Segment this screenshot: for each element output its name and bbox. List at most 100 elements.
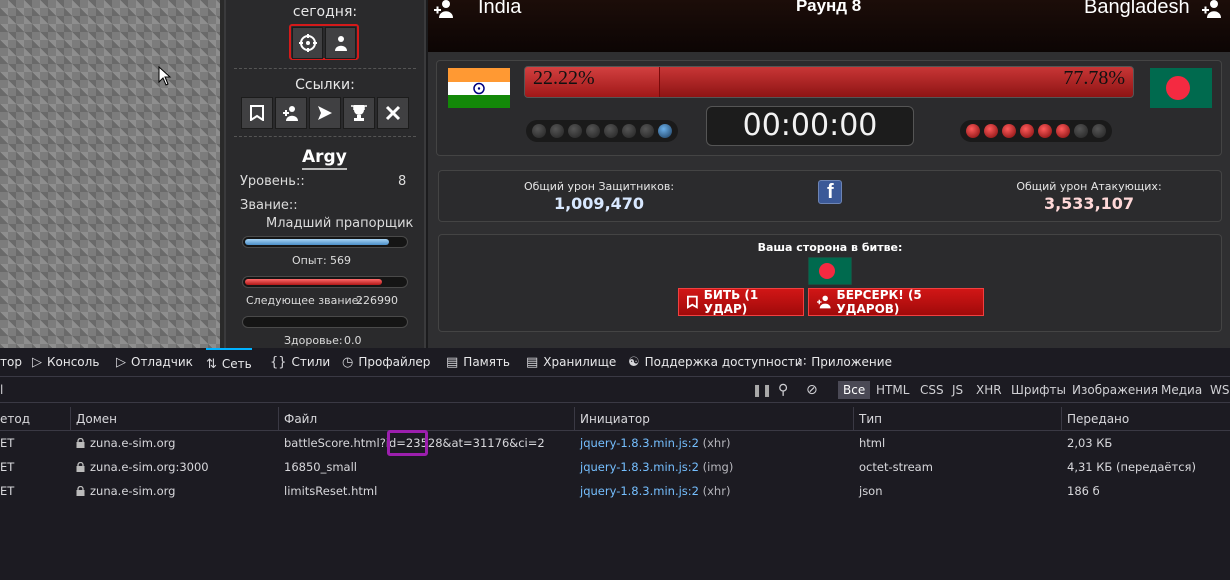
add-friend-icon[interactable] [275, 97, 307, 129]
facebook-icon[interactable]: f [818, 180, 842, 204]
filter-fonts[interactable]: Шрифты [1011, 377, 1066, 403]
round-dot [1056, 124, 1070, 138]
defender-round-dots [526, 120, 678, 142]
initiator-link[interactable]: jquery-1.8.3.min.js:2 [580, 484, 699, 498]
network-arrows-icon: ⇅ [206, 357, 217, 372]
tab-label: Стили [291, 355, 331, 369]
crosshair-icon[interactable] [292, 27, 323, 59]
attacker-name: Bangladesh [1084, 0, 1190, 18]
clear-icon[interactable]: ⊘ [806, 377, 818, 403]
filter-ws[interactable]: WS [1210, 377, 1229, 403]
airplane-icon[interactable] [309, 97, 341, 129]
round-dot [532, 124, 546, 138]
initiator-link[interactable]: jquery-1.8.3.min.js:2 [580, 436, 699, 450]
tab-profiler[interactable]: ◷ Профайлер [342, 348, 430, 377]
tools-icon[interactable] [377, 97, 409, 129]
request-type: octet-stream [859, 460, 933, 474]
filter-xhr[interactable]: XHR [976, 377, 1002, 403]
search-icon[interactable]: ⚲ [778, 377, 788, 403]
filter-media[interactable]: Медиа [1161, 377, 1202, 403]
gauge-icon: ◷ [342, 355, 354, 370]
soldier-icon[interactable] [325, 27, 356, 59]
hit-button[interactable]: БИТЬ (1 УДАР) [678, 288, 804, 316]
column-divider[interactable] [70, 407, 71, 431]
accessibility-icon: ☯ [628, 355, 640, 370]
round-dot [586, 124, 600, 138]
filter-html[interactable]: HTML [876, 377, 909, 403]
round-dot [966, 124, 980, 138]
column-divider[interactable] [278, 407, 279, 431]
column-divider[interactable] [1061, 407, 1062, 431]
tab-memory[interactable]: ▤ Память [446, 348, 510, 377]
request-initiator: jquery-1.8.3.min.js:2 (img) [580, 455, 733, 479]
filter-css[interactable]: CSS [920, 377, 944, 403]
tab-debugger[interactable]: ▷ Отладчик [116, 348, 193, 377]
round-dot [1002, 124, 1016, 138]
debugger-icon: ▷ [116, 355, 126, 370]
column-domain[interactable]: Домен [76, 407, 117, 431]
filter-all[interactable]: Все [838, 381, 871, 399]
initiator-type: (xhr) [702, 436, 731, 450]
request-domain: zuna.e-sim.org [76, 479, 175, 503]
request-domain: zuna.e-sim.org [76, 431, 175, 455]
level-label: Уровень:: [240, 174, 305, 189]
tab-inspector[interactable]: тор [0, 348, 22, 377]
user-name-link[interactable]: Argy [302, 146, 347, 170]
column-file[interactable]: Файл [284, 407, 317, 431]
request-initiator: jquery-1.8.3.min.js:2 (xhr) [580, 431, 730, 455]
column-type[interactable]: Тип [859, 407, 882, 431]
initiator-link[interactable]: jquery-1.8.3.min.js:2 [580, 460, 699, 474]
tab-label: Консоль [47, 355, 100, 369]
attacker-damage-label: Общий урон Атакующих: [1016, 180, 1162, 193]
column-transferred[interactable]: Передано [1067, 407, 1129, 431]
bookmark-icon[interactable] [241, 97, 273, 129]
game-area: сегодня: Ссылки: Argy Уровень:: 8 Звание… [0, 0, 1230, 348]
defender-damage-value: 1,009,470 [553, 194, 645, 213]
request-type: json [859, 484, 883, 498]
filter-images[interactable]: Изображения [1072, 377, 1158, 403]
round-dot [604, 124, 618, 138]
table-row[interactable]: ET zuna.e-sim.org:3000 16850_small jquery-1… [0, 455, 1230, 479]
round-dot [622, 124, 636, 138]
tab-label: Сеть [221, 357, 252, 371]
level-value: 8 [398, 174, 407, 189]
filter-url-input[interactable]: l [0, 377, 3, 403]
filter-js[interactable]: JS [952, 377, 963, 403]
berserk-button-label: БЕРСЕРК! (5 УДАРОВ) [836, 288, 922, 316]
bookmark-icon [687, 295, 698, 309]
health-bar [242, 316, 408, 328]
tab-application[interactable]: ∷ Приложение [798, 348, 892, 377]
request-method: ET [0, 460, 15, 474]
divider [234, 68, 416, 69]
attacker-damage-value: 3,533,107 [1043, 194, 1135, 213]
tab-label: Приложение [811, 355, 892, 369]
lock-icon [76, 432, 85, 448]
round-dot [1038, 124, 1052, 138]
domain-text: zuna.e-sim.org [90, 484, 176, 498]
trophy-icon[interactable] [343, 97, 375, 129]
today-label: сегодня: [292, 4, 358, 20]
braces-icon: {} [270, 355, 287, 370]
tab-storage[interactable]: ▤ Хранилище [526, 348, 616, 377]
devtools-panel: тор ▷ Консоль ▷ Отладчик ⇅ Сеть {} Стили ◷ Пр… [0, 348, 1230, 580]
tab-console[interactable]: ▷ Консоль [32, 348, 99, 377]
request-file: 16850_small [284, 460, 357, 474]
round-dot [640, 124, 654, 138]
request-domain: zuna.e-sim.org:3000 [76, 455, 209, 479]
column-divider[interactable] [574, 407, 575, 431]
tab-accessibility[interactable]: ☯ Поддержка доступности [628, 348, 803, 377]
column-divider[interactable] [853, 407, 854, 431]
tab-label: Память [463, 355, 511, 369]
round-dot [984, 124, 998, 138]
berserk-button[interactable]: БЕРСЕРК! (5 УДАРОВ) [808, 288, 984, 316]
divider [234, 136, 416, 137]
defender-name: India [478, 0, 522, 18]
table-row[interactable]: ET zuna.e-sim.org limitsReset.html jquery-1… [0, 479, 1230, 503]
tab-style-editor[interactable]: {} Стили [270, 348, 330, 377]
pause-icon[interactable]: ❚❚ [752, 377, 772, 403]
tab-label: Хранилище [543, 355, 617, 369]
table-row[interactable]: ET zuna.e-sim.org battleScore.html?id=2352… [0, 431, 1230, 455]
column-initiator[interactable]: Инициатор [580, 407, 650, 431]
tab-network[interactable]: ⇅ Сеть [206, 348, 252, 377]
column-method[interactable]: етод [0, 407, 30, 431]
